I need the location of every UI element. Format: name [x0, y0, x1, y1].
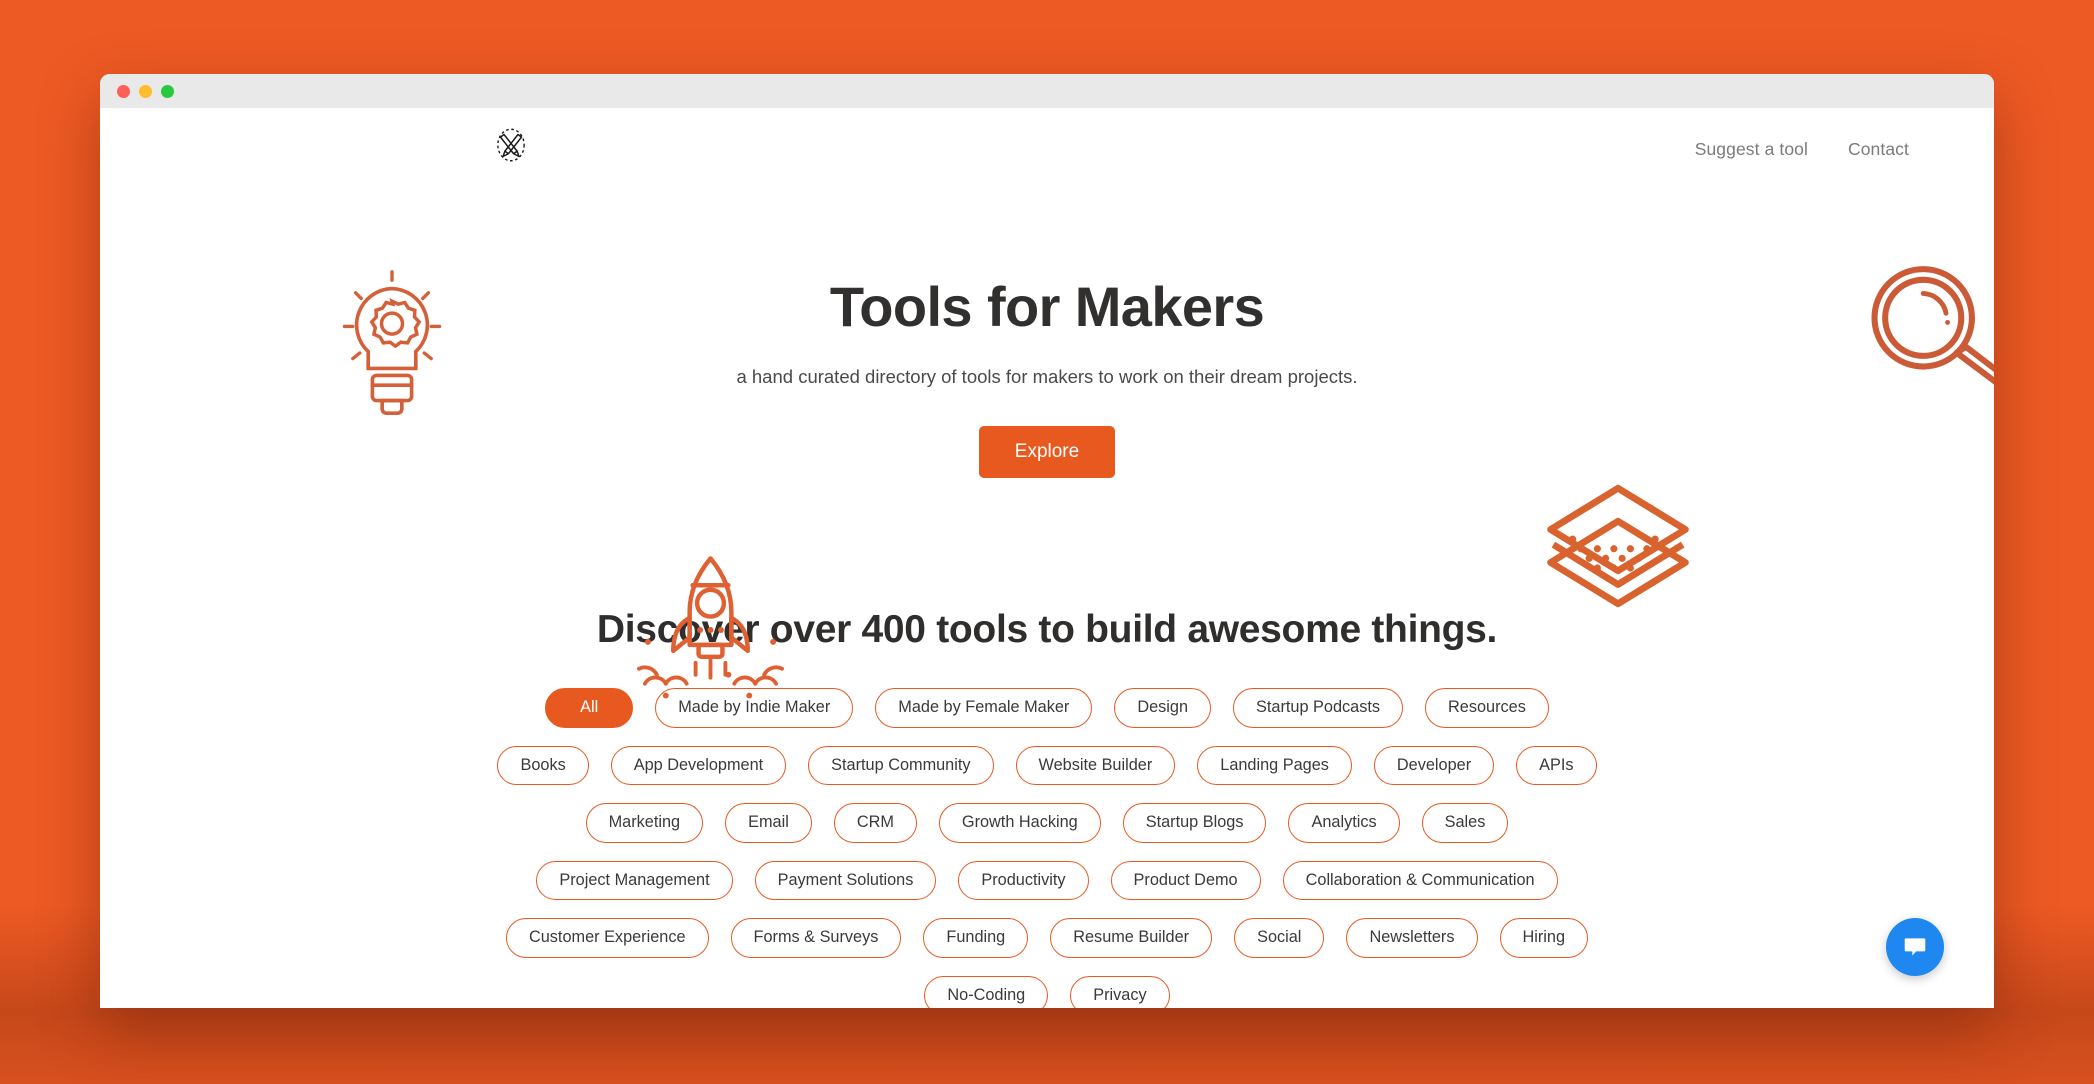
- window-titlebar: [100, 74, 1994, 108]
- category-pill[interactable]: App Development: [610, 745, 787, 786]
- category-pill[interactable]: Made by Female Maker: [875, 688, 1093, 728]
- chat-widget-button[interactable]: [1886, 918, 1944, 976]
- discover-section: Discover over 400 tools to build awesome…: [100, 608, 1994, 1008]
- chat-bubble-icon: [1904, 938, 1926, 956]
- category-pill[interactable]: Social: [1234, 918, 1325, 958]
- category-pill[interactable]: Product Demo: [1110, 860, 1261, 901]
- category-pill[interactable]: Growth Hacking: [938, 803, 1101, 843]
- stacked-layers-illustration: [1542, 480, 1694, 612]
- category-pill[interactable]: Customer Experience: [505, 918, 709, 958]
- browser-window: Suggest a tool Contact Tools for Makers …: [100, 74, 1994, 1008]
- category-pill[interactable]: Sales: [1421, 803, 1509, 843]
- category-pill[interactable]: Made by Indie Maker: [655, 688, 854, 728]
- category-pill[interactable]: APIs: [1516, 745, 1597, 786]
- site-header: Suggest a tool Contact: [100, 108, 1994, 178]
- category-pill[interactable]: Books: [497, 745, 589, 786]
- category-pill[interactable]: Payment Solutions: [754, 860, 937, 901]
- hero-subtitle: a hand curated directory of tools for ma…: [736, 366, 1358, 387]
- category-filter-list: All Made by Indie Maker Made by Female Mak…: [492, 688, 1602, 1008]
- category-pill[interactable]: Startup Blogs: [1122, 803, 1267, 843]
- category-pill[interactable]: Design: [1114, 688, 1212, 728]
- category-pill[interactable]: Project Management: [536, 860, 733, 901]
- category-pill[interactable]: Resume Builder: [1050, 918, 1213, 958]
- category-pill[interactable]: All: [545, 688, 634, 728]
- category-pill[interactable]: Newsletters: [1346, 918, 1478, 958]
- discover-heading: Discover over 400 tools to build awesome…: [596, 608, 1498, 651]
- category-pill[interactable]: Privacy: [1070, 975, 1170, 1008]
- category-pill[interactable]: Hiring: [1499, 918, 1589, 958]
- category-pill[interactable]: Resources: [1425, 688, 1549, 728]
- primary-nav: Suggest a tool Contact: [1695, 127, 1909, 160]
- window-maximize-button[interactable]: [161, 84, 174, 98]
- page-viewport: Suggest a tool Contact Tools for Makers …: [100, 108, 1994, 1008]
- category-pill[interactable]: Collaboration & Communication: [1282, 860, 1558, 901]
- category-pill[interactable]: Email: [725, 803, 812, 843]
- category-pill[interactable]: Website Builder: [1015, 745, 1176, 786]
- category-pill[interactable]: Developer: [1373, 745, 1495, 786]
- nav-link-contact[interactable]: Contact: [1848, 139, 1909, 160]
- nav-link-suggest-a-tool[interactable]: Suggest a tool: [1695, 139, 1808, 160]
- window-minimize-button[interactable]: [139, 84, 152, 98]
- category-pill[interactable]: Startup Podcasts: [1233, 688, 1404, 728]
- category-pill[interactable]: Productivity: [958, 860, 1089, 901]
- category-pill[interactable]: Analytics: [1288, 803, 1400, 843]
- category-pill[interactable]: Startup Community: [808, 745, 994, 786]
- category-pill[interactable]: Forms & Surveys: [730, 918, 902, 958]
- category-pill[interactable]: No-Coding: [924, 975, 1049, 1008]
- category-pill[interactable]: Landing Pages: [1197, 745, 1352, 786]
- crossed-pencils-logo[interactable]: [490, 124, 532, 166]
- window-close-button[interactable]: [117, 84, 130, 98]
- explore-button[interactable]: Explore: [978, 426, 1116, 478]
- category-pill[interactable]: CRM: [833, 803, 917, 843]
- hero-section: Tools for Makers a hand curated director…: [100, 178, 1994, 478]
- category-pill[interactable]: Funding: [923, 918, 1029, 958]
- page-title: Tools for Makers: [829, 275, 1265, 338]
- category-pill[interactable]: Marketing: [585, 803, 704, 843]
